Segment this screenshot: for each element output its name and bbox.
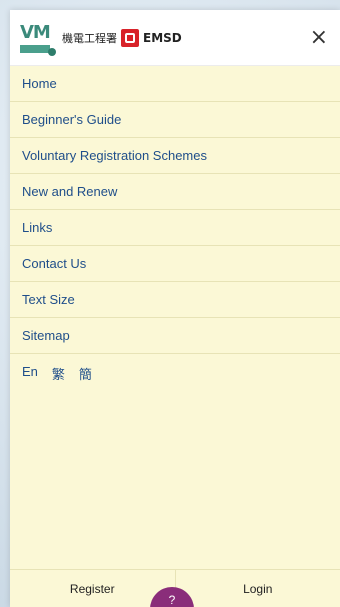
menu-item-links[interactable]: Links bbox=[10, 210, 340, 246]
menu-item-contact-us[interactable]: Contact Us bbox=[10, 246, 340, 282]
menu-item-sitemap[interactable]: Sitemap bbox=[10, 318, 340, 354]
main-menu: Home Beginner's Guide Voluntary Registra… bbox=[10, 66, 340, 354]
register-button[interactable]: Register bbox=[10, 570, 175, 607]
vm-logo-icon: VM bbox=[20, 22, 56, 56]
side-menu-panel: VM 機電工程署 EMSD × Home Beginner's Guide Vo… bbox=[10, 10, 340, 607]
lang-traditional-chinese-link[interactable]: 繁 bbox=[52, 364, 65, 383]
menu-item-new-and-renew[interactable]: New and Renew bbox=[10, 174, 340, 210]
login-button[interactable]: Login bbox=[176, 570, 340, 607]
lang-english-link[interactable]: En bbox=[22, 364, 38, 383]
menu-item-beginners-guide[interactable]: Beginner's Guide bbox=[10, 102, 340, 138]
emsd-logo-text: EMSD bbox=[143, 30, 182, 45]
language-switcher: En 繁 簡 bbox=[10, 354, 340, 393]
lang-simplified-chinese-link[interactable]: 簡 bbox=[79, 364, 92, 383]
menu-item-text-size[interactable]: Text Size bbox=[10, 282, 340, 318]
menu-item-voluntary-registration-schemes[interactable]: Voluntary Registration Schemes bbox=[10, 138, 340, 174]
emsd-logo-icon bbox=[121, 28, 139, 47]
menu-header: VM 機電工程署 EMSD × bbox=[10, 10, 340, 66]
close-icon[interactable]: × bbox=[310, 26, 328, 49]
emsd-chinese-logo-text: 機電工程署 bbox=[62, 31, 117, 45]
menu-item-home[interactable]: Home bbox=[10, 66, 340, 102]
